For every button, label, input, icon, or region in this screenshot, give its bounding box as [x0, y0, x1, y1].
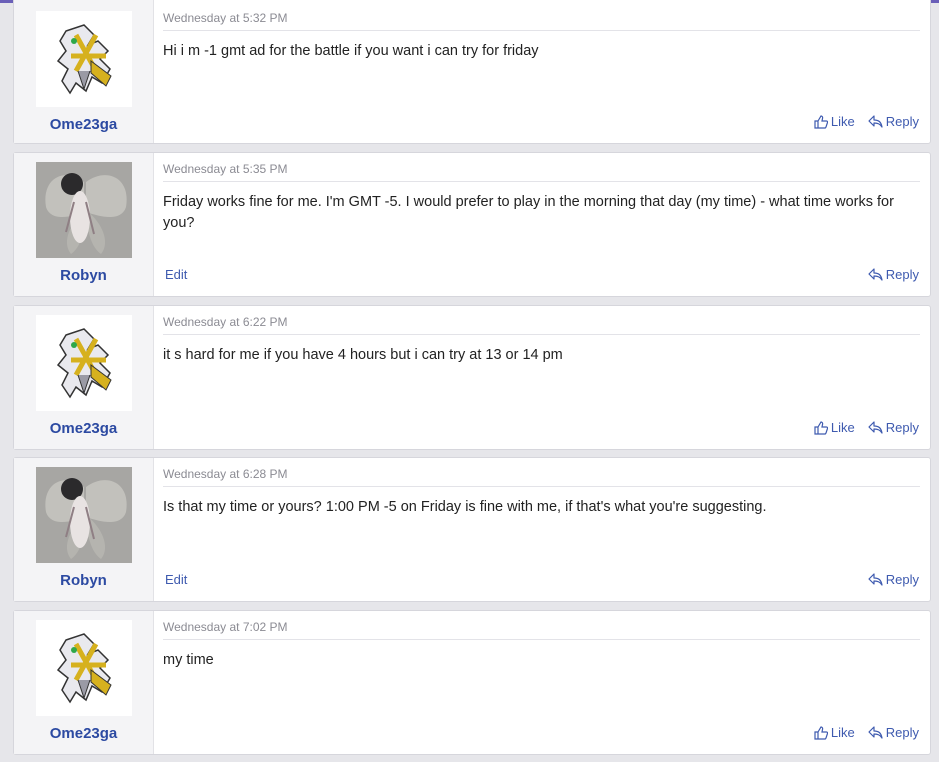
thumbs-up-icon [814, 420, 828, 435]
post-actions: Like Reply [814, 114, 919, 129]
post-divider [163, 334, 920, 335]
avatar[interactable] [36, 467, 132, 563]
reply-label: Reply [885, 572, 919, 587]
username[interactable]: Ome23ga [14, 116, 153, 133]
post: Ome23ga Wednesday at 6:22 PM it s hard f… [13, 305, 931, 450]
reply-button[interactable]: Reply [868, 725, 919, 740]
reply-arrow-icon [868, 421, 883, 434]
reply-button[interactable]: Reply [868, 572, 919, 587]
post-message: Is that my time or yours? 1:00 PM -5 on … [163, 499, 767, 515]
post-actions: Like Reply [814, 420, 919, 435]
post: Robyn Wednesday at 6:28 PM Is that my ti… [13, 457, 931, 602]
thumbs-up-icon [814, 725, 828, 740]
post-message: Friday works fine for me. I'm GMT -5. I … [163, 194, 894, 231]
post: Ome23ga Wednesday at 5:32 PM Hi i m -1 g… [13, 0, 931, 144]
username[interactable]: Ome23ga [14, 420, 153, 437]
like-label: Like [830, 725, 855, 740]
post-content: Wednesday at 6:22 PM it s hard for me if… [154, 306, 930, 449]
like-label: Like [830, 114, 855, 129]
reply-label: Reply [885, 267, 919, 282]
edit-button[interactable]: Edit [165, 267, 187, 282]
avatar[interactable] [36, 11, 132, 107]
post-timestamp[interactable]: Wednesday at 6:28 PM [163, 467, 288, 481]
post-message: it s hard for me if you have 4 hours but… [163, 347, 563, 363]
post: Ome23ga Wednesday at 7:02 PM my time Lik… [13, 610, 931, 755]
reply-button[interactable]: Reply [868, 420, 919, 435]
username[interactable]: Robyn [14, 267, 153, 284]
post-message: my time [163, 652, 214, 668]
post-content: Wednesday at 6:28 PM Is that my time or … [154, 458, 930, 601]
arceus-avatar-icon [36, 315, 132, 411]
like-label: Like [830, 420, 855, 435]
post-actions: Reply [868, 572, 919, 587]
post-divider [163, 181, 920, 182]
post-divider [163, 30, 920, 31]
like-button[interactable]: Like [814, 420, 855, 435]
post-content: Wednesday at 5:32 PM Hi i m -1 gmt ad fo… [154, 0, 930, 143]
username[interactable]: Robyn [14, 572, 153, 589]
thumbs-up-icon [814, 114, 828, 129]
like-button[interactable]: Like [814, 114, 855, 129]
reply-arrow-icon [868, 726, 883, 739]
user-pane: Ome23ga [14, 306, 154, 449]
post-timestamp[interactable]: Wednesday at 6:22 PM [163, 315, 288, 329]
reply-label: Reply [885, 420, 919, 435]
post: Robyn Wednesday at 5:35 PM Friday works … [13, 152, 931, 297]
reply-button[interactable]: Reply [868, 114, 919, 129]
moth-fairy-avatar-icon [36, 162, 132, 258]
post-content: Wednesday at 7:02 PM my time Like Reply [154, 611, 930, 754]
post-actions: Like Reply [814, 725, 919, 740]
arceus-avatar-icon [36, 11, 132, 107]
arceus-avatar-icon [36, 620, 132, 716]
post-timestamp[interactable]: Wednesday at 5:32 PM [163, 11, 288, 25]
avatar[interactable] [36, 620, 132, 716]
post-divider [163, 639, 920, 640]
reply-label: Reply [885, 725, 919, 740]
post-actions: Reply [868, 267, 919, 282]
reply-label: Reply [885, 114, 919, 129]
reply-arrow-icon [868, 115, 883, 128]
reply-arrow-icon [868, 268, 883, 281]
post-message: Hi i m -1 gmt ad for the battle if you w… [163, 43, 539, 59]
post-content: Wednesday at 5:35 PM Friday works fine f… [154, 153, 930, 296]
post-divider [163, 486, 920, 487]
post-timestamp[interactable]: Wednesday at 7:02 PM [163, 620, 288, 634]
user-pane: Ome23ga [14, 611, 154, 754]
reply-button[interactable]: Reply [868, 267, 919, 282]
reply-arrow-icon [868, 573, 883, 586]
edit-button[interactable]: Edit [165, 572, 187, 587]
post-timestamp[interactable]: Wednesday at 5:35 PM [163, 162, 288, 176]
user-pane: Ome23ga [14, 0, 154, 143]
like-button[interactable]: Like [814, 725, 855, 740]
avatar[interactable] [36, 315, 132, 411]
avatar[interactable] [36, 162, 132, 258]
moth-fairy-avatar-icon [36, 467, 132, 563]
user-pane: Robyn [14, 458, 154, 601]
username[interactable]: Ome23ga [14, 725, 153, 742]
user-pane: Robyn [14, 153, 154, 296]
